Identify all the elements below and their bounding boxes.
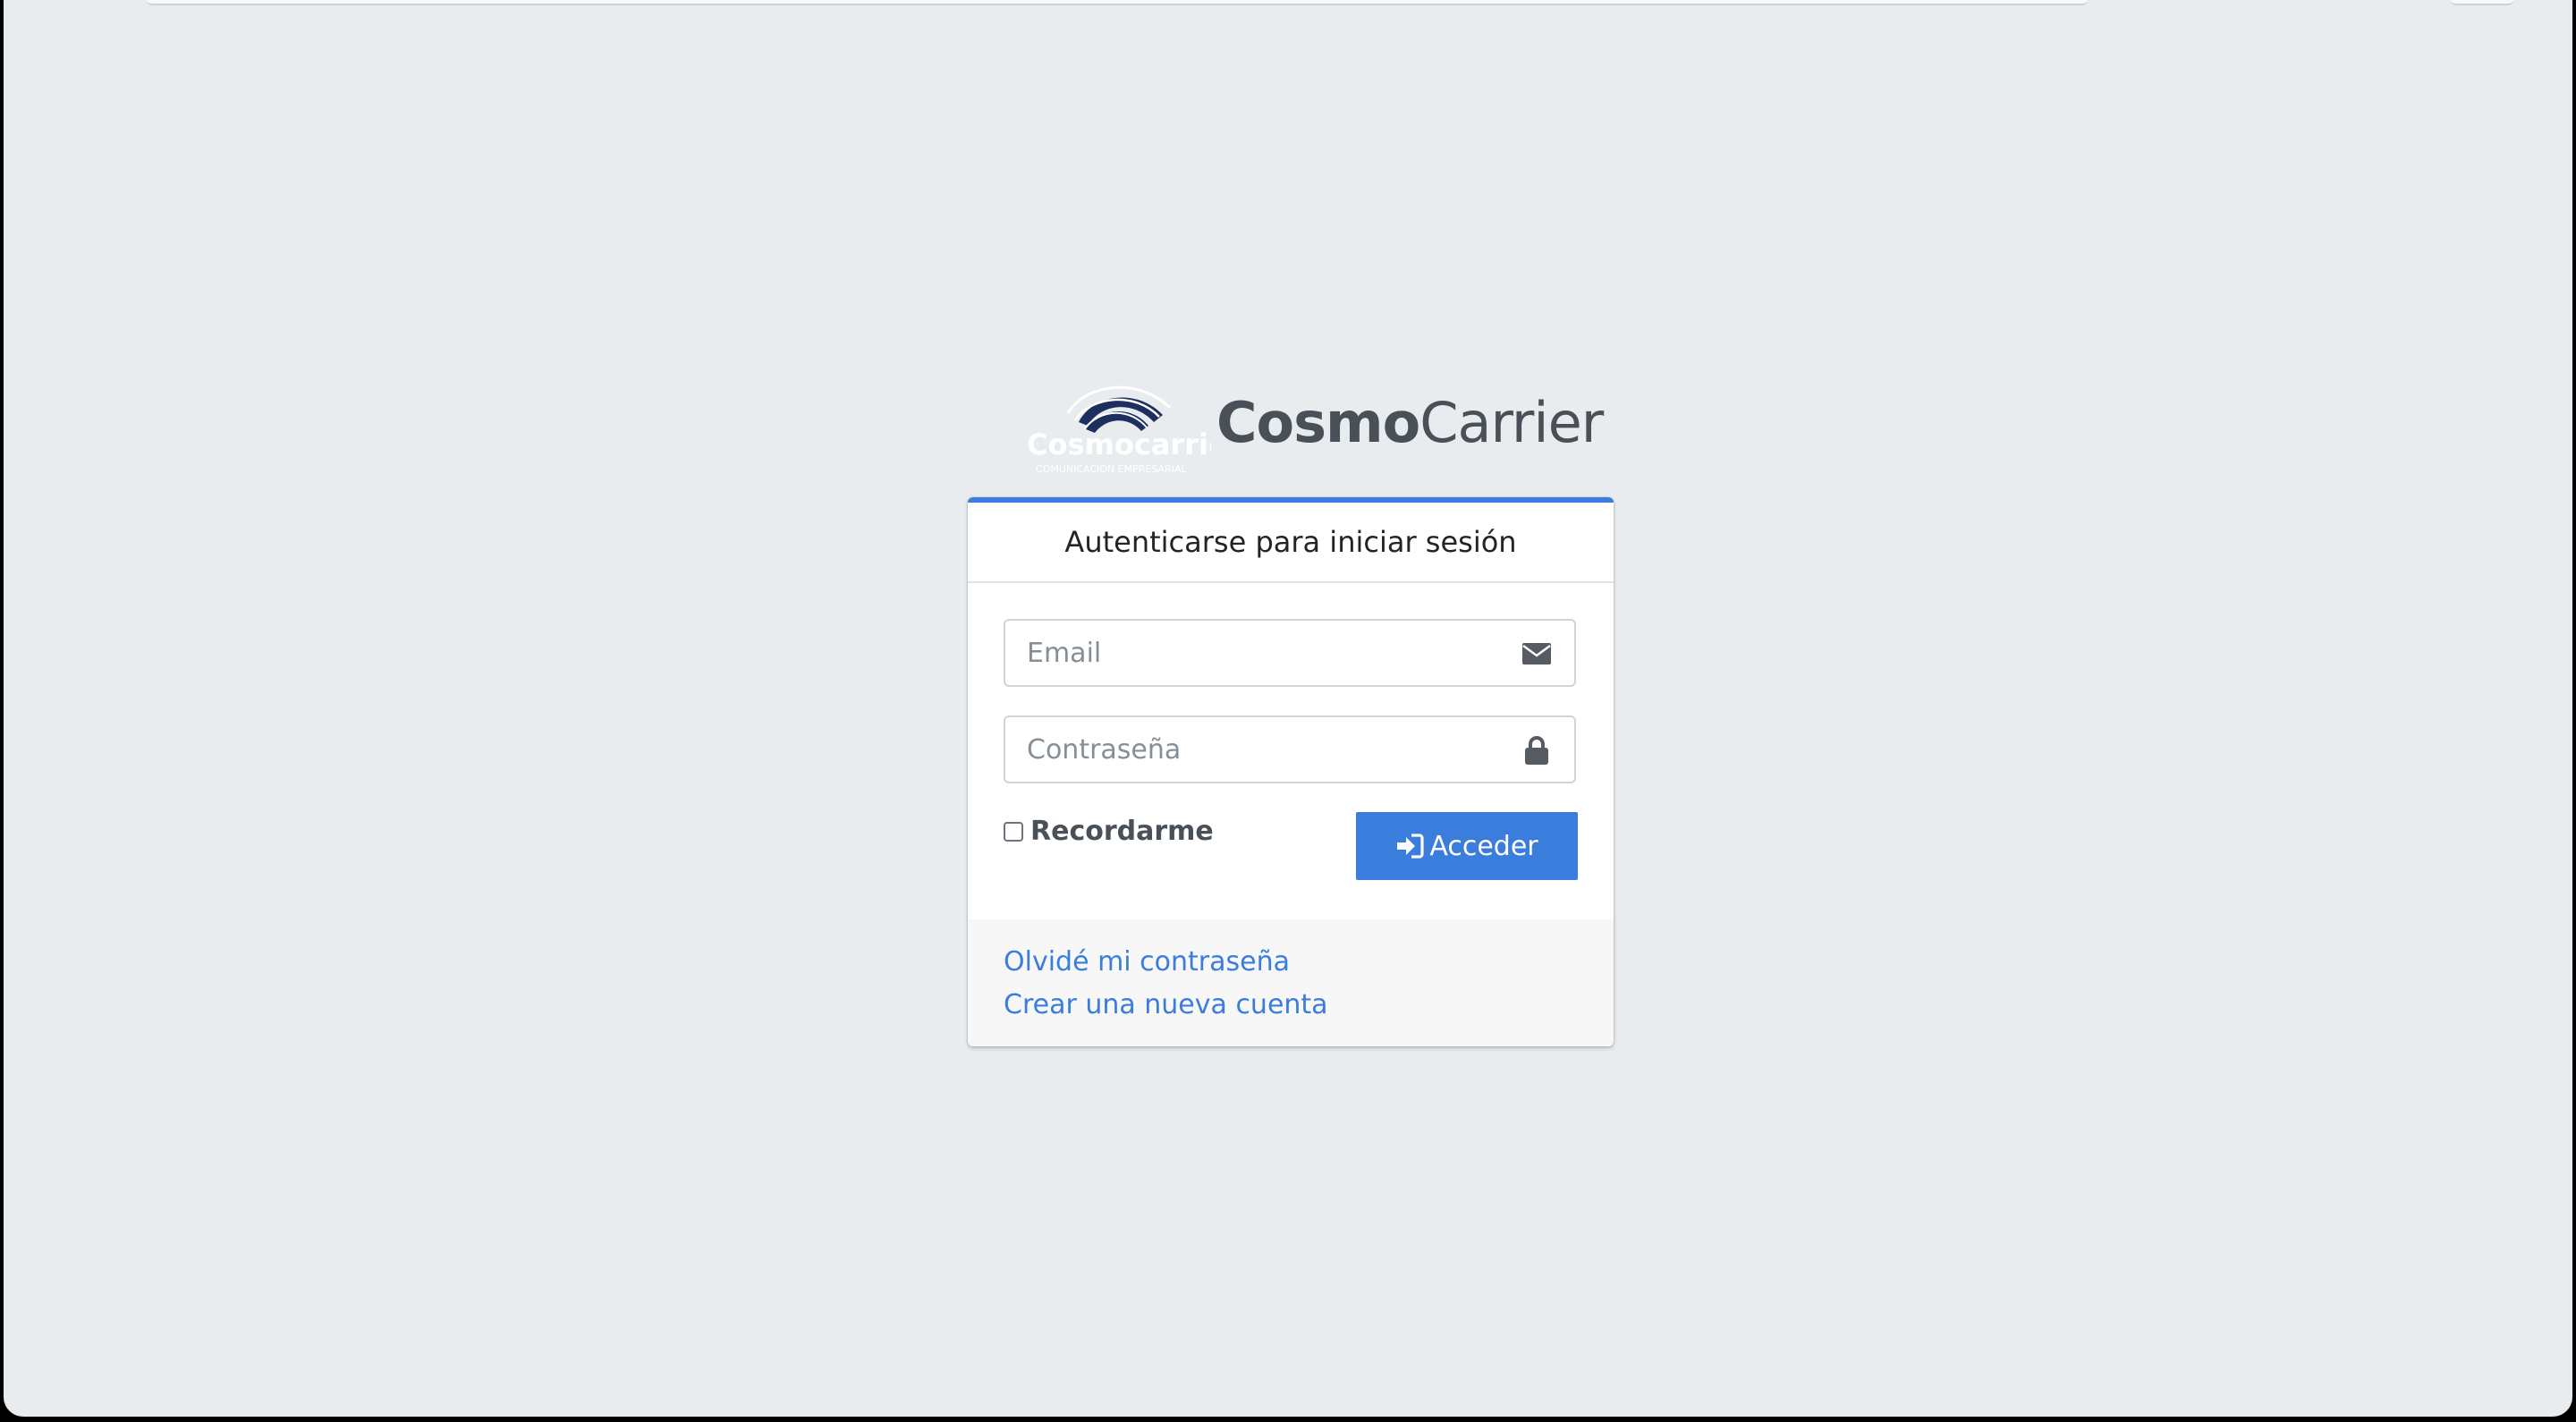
sign-in-icon [1395,833,1424,859]
register-link[interactable]: Crear una nueva cuenta [1004,984,1578,1027]
remember-me-box[interactable] [1004,821,1023,842]
forgot-password-link[interactable]: Olvidé mi contraseña [1004,941,1578,984]
logo-tagline: COMUNICACIÓN EMPRESARIAL [1036,463,1187,475]
login-card-title: Autenticarse para iniciar sesión [968,503,1614,583]
remember-me-label: Recordarme [1030,816,1214,847]
browser-viewport: Cosmocarrier COMUNICACIÓN EMPRESARIAL Co… [4,0,2572,1417]
login-card: Autenticarse para iniciar sesión Email R… [968,497,1614,1046]
app-name-light: Carrier [1419,390,1604,455]
logo-arcs-icon [1066,385,1172,433]
browser-chrome-edge-right [2451,0,2513,5]
login-form: Recordarme Acceder [968,583,1614,919]
submit-button-label: Acceder [1429,830,1538,862]
remember-me-checkbox[interactable]: Recordarme [1004,816,1214,847]
brand-header: Cosmocarrier COMUNICACIÓN EMPRESARIAL Co… [1023,376,1604,481]
email-input[interactable] [1005,621,1506,685]
submit-button[interactable]: Acceder [1356,812,1578,880]
password-field [1004,715,1576,783]
login-card-footer: Olvidé mi contraseña Crear una nueva cue… [968,919,1614,1046]
logo-wordmark: Cosmocarrier [1027,427,1211,461]
password-input[interactable] [1005,717,1506,782]
app-name-bold: Cosmo [1216,390,1420,455]
email-field [1004,619,1576,687]
lock-icon [1521,735,1553,766]
envelope-icon [1521,639,1553,669]
browser-chrome-edge [147,0,2088,5]
app-name: CosmoCarrier [1216,390,1604,455]
brand-logo: Cosmocarrier COMUNICACIÓN EMPRESARIAL [1023,376,1211,481]
